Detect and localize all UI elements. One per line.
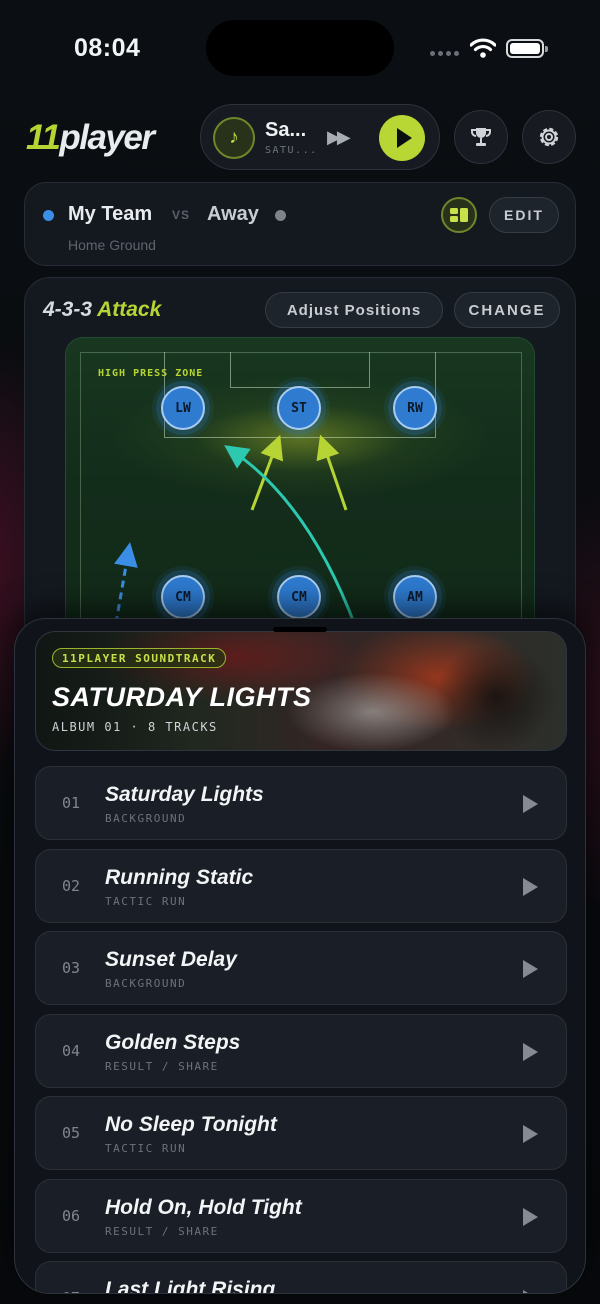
mini-player[interactable]: ♪ Sa... SATU... ▶▶ (200, 104, 440, 170)
gear-icon (539, 127, 559, 147)
mini-player-title: Sa... (265, 119, 307, 141)
play-icon[interactable] (523, 1125, 538, 1143)
track-usage: BACKGROUND (105, 977, 187, 990)
track-title: Saturday Lights (105, 783, 264, 806)
track-row[interactable]: 03 Sunset Delay BACKGROUND (35, 931, 567, 1005)
home-team-name: My Team (68, 203, 153, 225)
app-logo: 11player (26, 118, 155, 157)
track-usage: TACTIC RUN (105, 1142, 187, 1155)
venue-label: Home Ground (68, 237, 156, 253)
sheet-grabber[interactable] (273, 627, 327, 632)
track-title: Hold On, Hold Tight (105, 1196, 302, 1219)
away-team-dot (275, 210, 286, 221)
formation-title: 4-3-3 Attack (43, 298, 161, 322)
status-time: 08:04 (74, 34, 141, 62)
battery-icon (506, 39, 548, 58)
dynamic-island (206, 20, 394, 76)
track-number: 05 (62, 1124, 81, 1142)
track-title: Running Static (105, 866, 254, 889)
fast-forward-icon[interactable]: ▶▶ (327, 127, 351, 148)
adjust-positions-button[interactable]: Adjust Positions (265, 292, 443, 328)
track-number: 07 (62, 1289, 80, 1293)
player-marker-cm[interactable]: CM (161, 575, 205, 619)
track-usage: RESULT / SHARE (105, 1060, 219, 1073)
soundtrack-sheet: 11PLAYER SOUNDTRACK SATURDAY LIGHTS ALBU… (14, 618, 586, 1294)
player-marker-lw[interactable]: LW (161, 386, 205, 430)
track-number: 06 (62, 1207, 81, 1225)
music-note-icon: ♪ (213, 117, 255, 159)
track-number: 03 (62, 959, 81, 977)
track-row[interactable]: 02 Running Static TACTIC RUN (35, 849, 567, 923)
play-icon[interactable] (523, 1208, 538, 1226)
play-icon[interactable] (523, 795, 538, 813)
track-title: Golden Steps (105, 1031, 241, 1054)
match-card: My Team VS Away Home Ground EDIT (24, 182, 576, 266)
player-marker-am[interactable]: AM (393, 575, 437, 619)
track-usage: RESULT / SHARE (105, 1225, 219, 1238)
edit-button[interactable]: EDIT (489, 197, 559, 233)
track-number: 02 (62, 877, 81, 895)
track-title: Last Light Rising (105, 1278, 276, 1294)
player-marker-rw[interactable]: RW (393, 386, 437, 430)
track-row[interactable]: 07 Last Light Rising (35, 1261, 567, 1294)
track-title: Sunset Delay (105, 948, 237, 971)
album-hero: 11PLAYER SOUNDTRACK SATURDAY LIGHTS ALBU… (35, 631, 567, 751)
track-row[interactable]: 06 Hold On, Hold Tight RESULT / SHARE (35, 1179, 567, 1253)
player-marker-st[interactable]: ST (277, 386, 321, 430)
player-marker-cm[interactable]: CM (277, 575, 321, 619)
album-title: SATURDAY LIGHTS (52, 682, 312, 712)
track-usage: BACKGROUND (105, 812, 187, 825)
track-row[interactable]: 05 No Sleep Tonight TACTIC RUN (35, 1096, 567, 1170)
home-team-dot (43, 210, 54, 221)
track-number: 01 (62, 794, 81, 812)
track-title: No Sleep Tonight (105, 1113, 277, 1136)
settings-button[interactable] (522, 110, 576, 164)
play-icon[interactable] (523, 878, 538, 896)
versus-label: VS (172, 208, 191, 222)
soundtrack-tag: 11PLAYER SOUNDTRACK (52, 648, 227, 668)
trophy-button[interactable] (454, 110, 508, 164)
track-usage: TACTIC RUN (105, 895, 187, 908)
formation-style: Attack (97, 298, 162, 321)
status-bar: 08:04 (0, 0, 600, 96)
play-icon[interactable] (523, 1290, 538, 1293)
play-button[interactable] (379, 115, 425, 161)
wifi-icon (470, 38, 496, 58)
run-arrow (316, 434, 348, 511)
mini-player-subtitle: SATU... (265, 145, 318, 156)
cellular-signal-icon (430, 51, 459, 56)
play-icon[interactable] (523, 1043, 538, 1061)
overlap-arrow (114, 542, 138, 624)
trophy-icon (471, 128, 491, 146)
album-meta: ALBUM 01 · 8 TRACKS (52, 720, 218, 734)
track-row[interactable]: 01 Saturday Lights BACKGROUND (35, 766, 567, 840)
track-row[interactable]: 04 Golden Steps RESULT / SHARE (35, 1014, 567, 1088)
track-number: 04 (62, 1042, 81, 1060)
play-icon[interactable] (523, 960, 538, 978)
formation-shape: 4-3-3 (43, 298, 93, 321)
change-formation-button[interactable]: CHANGE (454, 292, 560, 328)
grid-layout-icon (450, 208, 468, 222)
layout-toggle-button[interactable] (441, 197, 477, 233)
away-team-name: Away (207, 203, 259, 225)
